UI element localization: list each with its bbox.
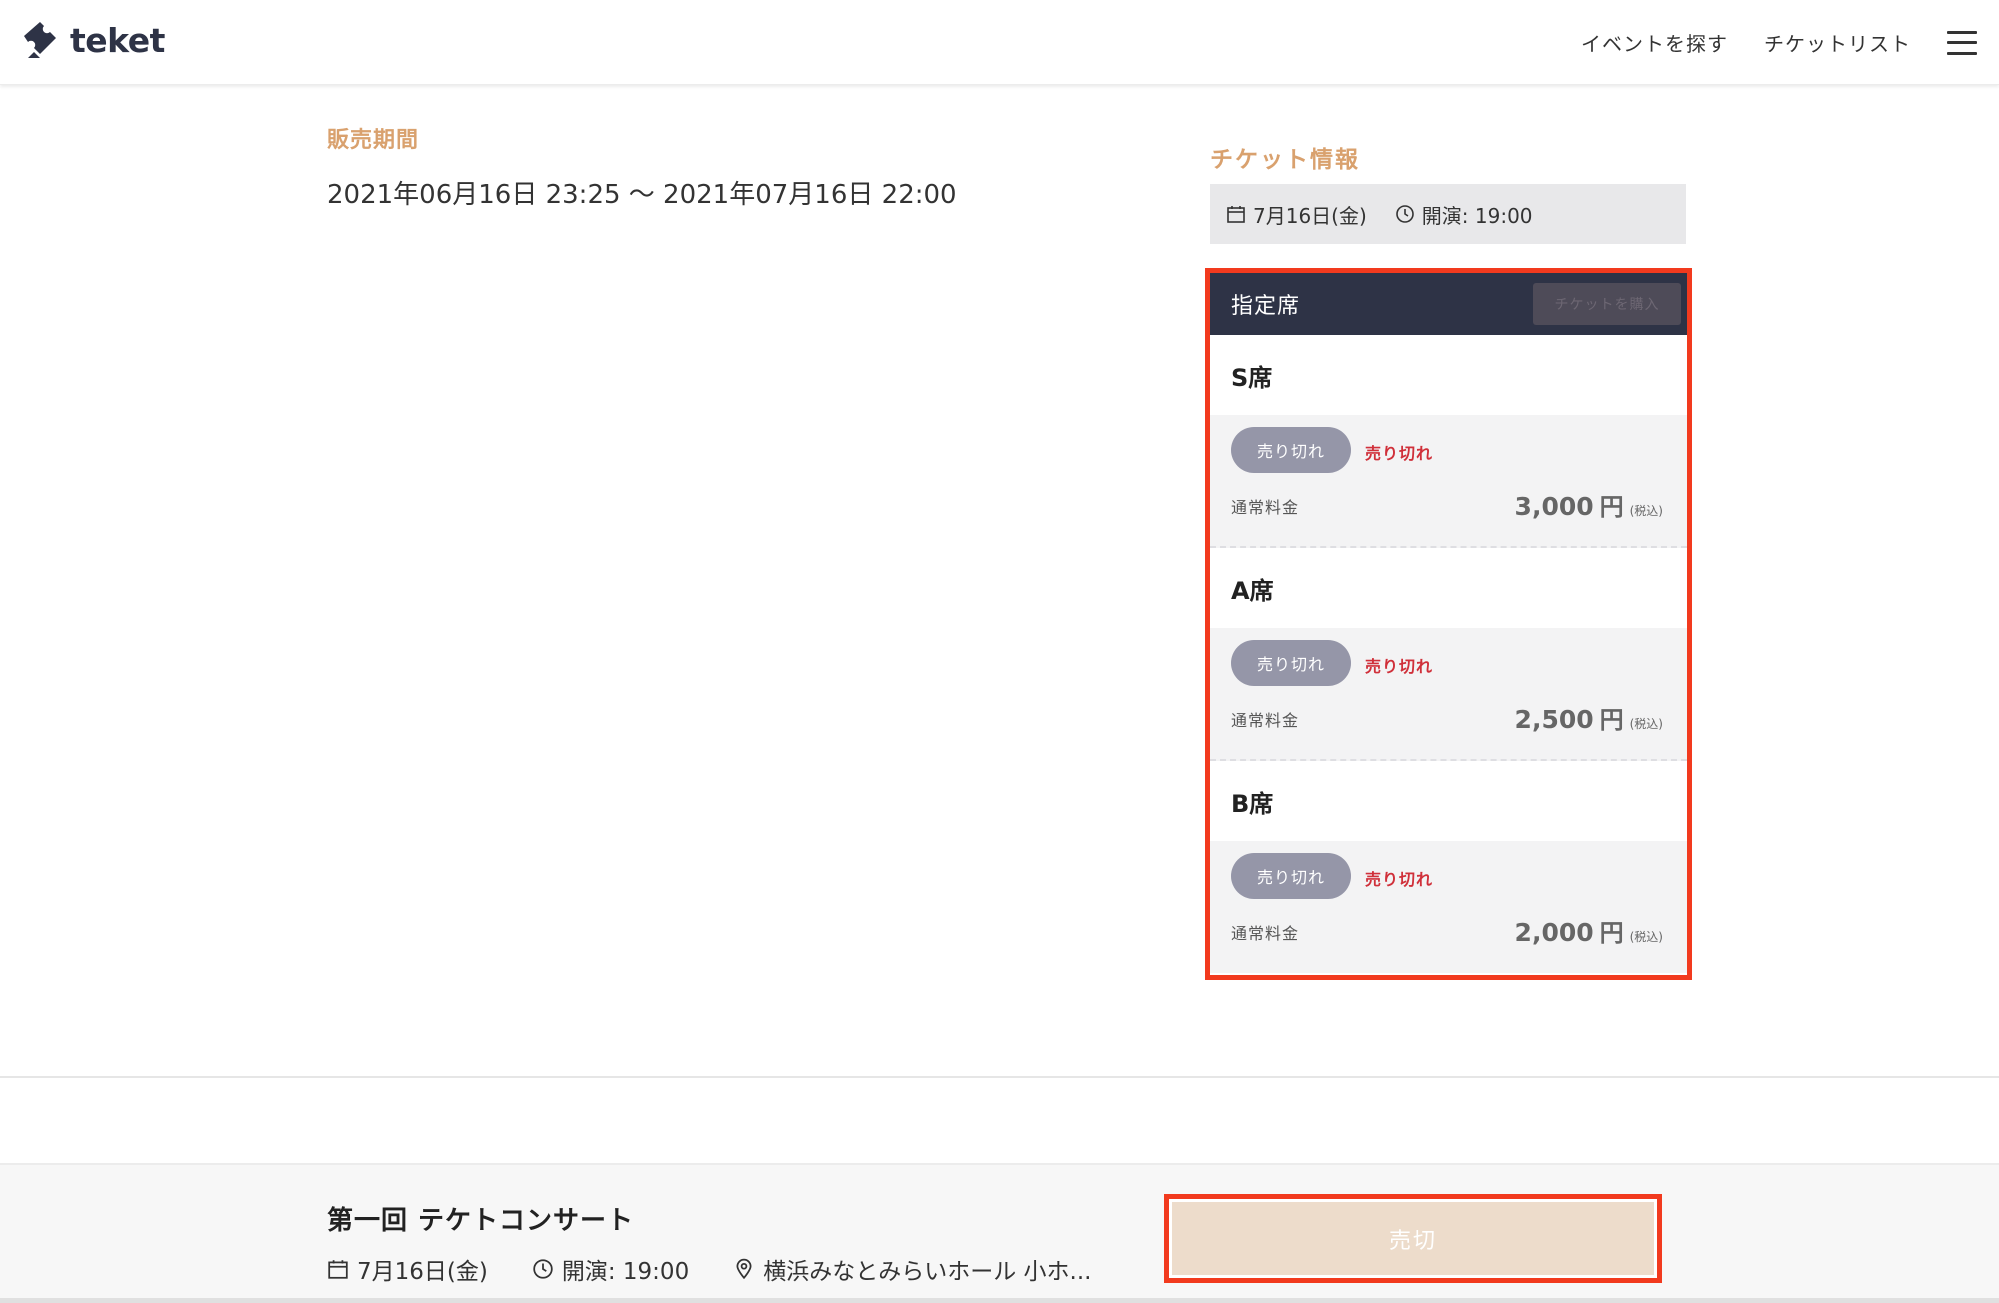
seat-details: 売り切れ 売り切れ 通常料金 3,000 円 (税込) bbox=[1210, 415, 1687, 548]
main-nav: イベントを探す チケットリスト bbox=[1581, 0, 1977, 85]
ticket-logo-icon bbox=[24, 22, 56, 58]
sales-period-title: 販売期間 bbox=[327, 128, 420, 153]
seat-name: S席 bbox=[1231, 363, 1273, 392]
location-pin-icon bbox=[736, 1258, 752, 1280]
footer-bottom-edge bbox=[0, 1298, 1999, 1303]
event-venue-group: 横浜みなとみらいホール 小ホ... bbox=[733, 1252, 1091, 1286]
hamburger-menu-icon[interactable] bbox=[1947, 30, 1977, 55]
fee-label: 通常料金 bbox=[1231, 924, 1300, 943]
seat-name: B席 bbox=[1231, 789, 1274, 818]
event-venue[interactable]: 横浜みなとみらいホール 小ホ... bbox=[763, 1252, 1091, 1286]
nav-find-events[interactable]: イベントを探す bbox=[1581, 28, 1728, 57]
seat-item-s: S席 売り切れ 売り切れ 通常料金 3,000 円 (税込) bbox=[1210, 335, 1687, 548]
price: 3,000 円 (税込) bbox=[1515, 487, 1663, 522]
performance-time: 開演: 19:00 bbox=[1421, 203, 1533, 228]
soldout-button[interactable]: 売切 bbox=[1172, 1202, 1654, 1275]
site-header: teket イベントを探す チケットリスト bbox=[0, 0, 1999, 85]
logo[interactable]: teket bbox=[20, 18, 165, 62]
soldout-highlight: 売切 bbox=[1164, 1194, 1662, 1283]
sold-out-text: 売り切れ bbox=[1365, 657, 1434, 676]
seat-name: A席 bbox=[1231, 576, 1274, 605]
calendar-icon bbox=[1227, 206, 1245, 223]
logo-text: teket bbox=[70, 20, 165, 60]
sales-period-value: 2021年06月16日 23:25 〜 2021年07月16日 22:00 bbox=[327, 180, 957, 210]
price-currency: 円 bbox=[1599, 919, 1624, 947]
seat-details: 売り切れ 売り切れ 通常料金 2,000 円 (税込) bbox=[1210, 841, 1687, 973]
sold-out-text: 売り切れ bbox=[1365, 444, 1434, 463]
event-meta: 7月16日(金) 開演: 19:00 横浜みなとみらいホール 小ホ... bbox=[327, 1252, 1135, 1286]
price: 2,500 円 (税込) bbox=[1515, 700, 1663, 735]
event-date: 7月16日(金) bbox=[357, 1259, 488, 1285]
ticket-info-title: チケット情報 bbox=[1210, 147, 1360, 173]
performance-time-group: 開演: 19:00 bbox=[1395, 200, 1533, 229]
sold-out-pill: 売り切れ bbox=[1231, 427, 1351, 473]
ticket-box: 指定席 チケットを購入 S席 売り切れ 売り切れ 通常料金 3,000 円 (税… bbox=[1205, 268, 1692, 980]
price-amount: 3,000 bbox=[1514, 492, 1594, 521]
seat-item-a: A席 売り切れ 売り切れ 通常料金 2,500 円 (税込) bbox=[1210, 548, 1687, 761]
calendar-icon bbox=[328, 1260, 348, 1279]
ticket-category-title: 指定席 bbox=[1231, 294, 1301, 319]
fee-label: 通常料金 bbox=[1231, 711, 1300, 730]
seat-details: 売り切れ 売り切れ 通常料金 2,500 円 (税込) bbox=[1210, 628, 1687, 761]
price-tax-note: (税込) bbox=[1629, 504, 1663, 518]
performance-date-bar: 7月16日(金) 開演: 19:00 bbox=[1210, 184, 1686, 244]
price-tax-note: (税込) bbox=[1629, 930, 1663, 944]
buy-ticket-button[interactable]: チケットを購入 bbox=[1533, 283, 1681, 325]
price-tax-note: (税込) bbox=[1629, 717, 1663, 731]
performance-date: 7月16日(金) bbox=[1253, 203, 1367, 228]
clock-icon bbox=[533, 1259, 553, 1279]
event-time-group: 開演: 19:00 bbox=[532, 1252, 689, 1286]
price-currency: 円 bbox=[1599, 706, 1624, 734]
sold-out-pill: 売り切れ bbox=[1231, 640, 1351, 686]
event-date-group: 7月16日(金) bbox=[327, 1252, 488, 1286]
nav-ticket-list[interactable]: チケットリスト bbox=[1764, 28, 1911, 57]
event-title: 第一回 テケトコンサート bbox=[327, 1206, 635, 1236]
fee-label: 通常料金 bbox=[1231, 498, 1300, 517]
event-time: 開演: 19:00 bbox=[561, 1259, 690, 1285]
sold-out-pill: 売り切れ bbox=[1231, 853, 1351, 899]
price: 2,000 円 (税込) bbox=[1515, 913, 1663, 948]
sold-out-text: 売り切れ bbox=[1365, 870, 1434, 889]
seat-item-b: B席 売り切れ 売り切れ 通常料金 2,000 円 (税込) bbox=[1210, 761, 1687, 973]
price-currency: 円 bbox=[1599, 493, 1624, 521]
price-amount: 2,000 bbox=[1514, 918, 1594, 947]
clock-icon bbox=[1395, 205, 1414, 223]
ticket-category-header: 指定席 チケットを購入 bbox=[1210, 273, 1687, 335]
price-amount: 2,500 bbox=[1514, 705, 1594, 734]
section-divider bbox=[0, 1076, 1999, 1078]
